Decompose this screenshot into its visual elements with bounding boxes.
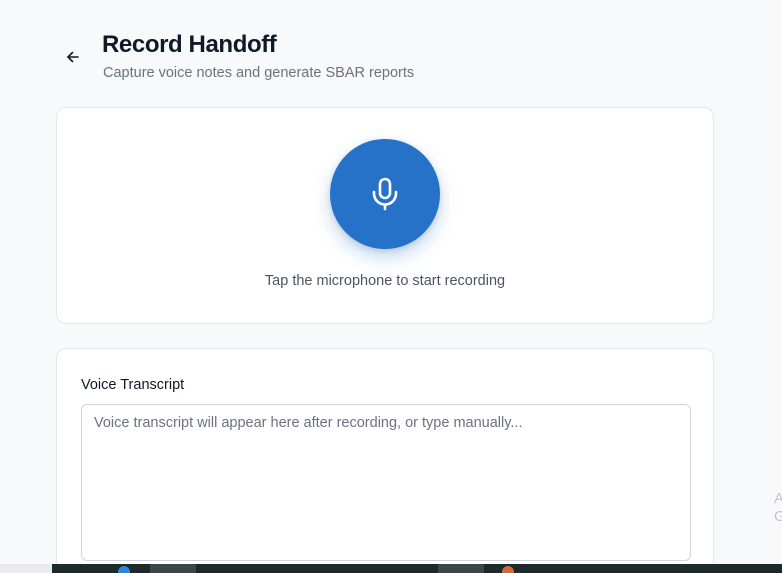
record-button[interactable] (330, 139, 440, 249)
taskbar-app-slot[interactable] (150, 564, 196, 573)
taskbar (0, 564, 782, 573)
taskbar-app-slot[interactable] (438, 564, 484, 573)
offscreen-text-fragment: A G (774, 490, 782, 525)
microphone-icon (372, 177, 398, 211)
transcript-card: Voice Transcript (56, 348, 714, 573)
back-button[interactable] (62, 46, 84, 68)
transcript-label: Voice Transcript (81, 377, 185, 393)
record-handoff-page: Record Handoff Capture voice notes and g… (0, 0, 782, 573)
transcript-textarea[interactable] (81, 404, 691, 561)
record-hint: Tap the microphone to start recording (264, 273, 506, 289)
taskbar-app-icon[interactable] (118, 566, 130, 573)
recorder-card: Tap the microphone to start recording (56, 107, 714, 324)
page-title: Record Handoff (102, 31, 277, 58)
taskbar-start-area[interactable] (0, 564, 52, 573)
page-subtitle: Capture voice notes and generate SBAR re… (103, 65, 415, 81)
arrow-left-icon (67, 51, 79, 63)
taskbar-app-icon[interactable] (502, 566, 514, 573)
